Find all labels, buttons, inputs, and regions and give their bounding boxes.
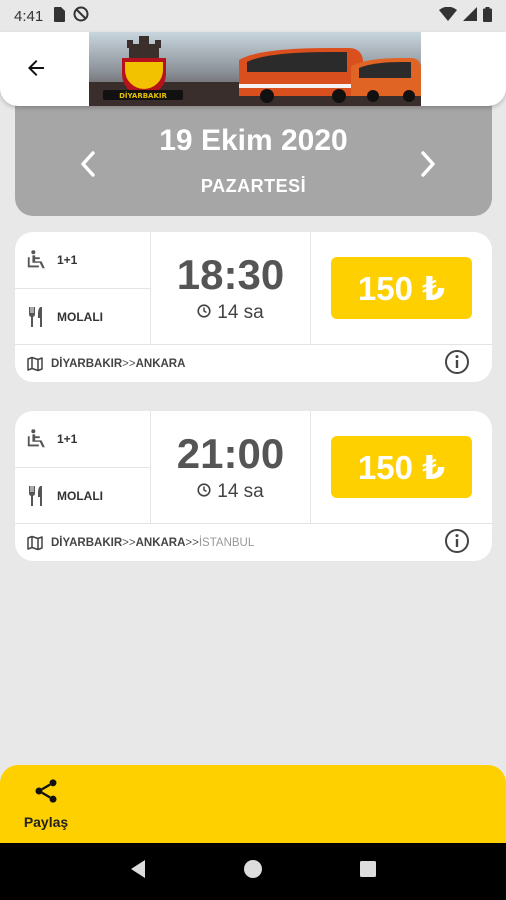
route-separator: >> <box>122 536 136 549</box>
status-bar: 4:41 <box>0 0 506 32</box>
break-label: MOLALI <box>57 488 103 503</box>
header-banner-image: DİYARBAKIR <box>89 32 421 106</box>
share-icon <box>32 777 60 810</box>
seat-layout-label: 1+1 <box>57 432 78 446</box>
trip-card[interactable]: 1+1 MOLALI 18:30 14 sa 150 ₺ DİYARBAKIR … <box>15 232 492 382</box>
square-recents-icon <box>359 860 377 883</box>
seat-layout-label: 1+1 <box>57 253 78 267</box>
seat-layout-row: 1+1 <box>15 411 150 467</box>
sim-card-icon <box>53 6 66 26</box>
chevron-right-icon <box>420 150 436 182</box>
trip-time-block: 21:00 14 sa <box>151 411 311 523</box>
route-from: DİYARBAKIR <box>51 536 123 549</box>
date-selector: 19 Ekim 2020 PAZARTESİ <box>15 96 492 216</box>
back-button[interactable] <box>16 50 56 90</box>
nav-recents-button[interactable] <box>348 852 388 892</box>
next-day-button[interactable] <box>413 146 443 186</box>
signal-icon <box>463 7 477 25</box>
nav-home-button[interactable] <box>233 852 273 892</box>
trip-features: 1+1 MOLALI <box>15 411 151 523</box>
triangle-back-icon <box>129 859 147 884</box>
departure-time: 21:00 <box>176 430 285 477</box>
circle-home-icon <box>243 859 263 884</box>
seat-icon <box>25 248 49 272</box>
departure-time: 18:30 <box>176 251 285 298</box>
banner-logo-text: DİYARBAKIR <box>119 91 167 100</box>
trip-card[interactable]: 1+1 MOLALI 21:00 14 sa 150 ₺ DİYARBAKIR … <box>15 411 492 561</box>
break-row: MOLALI <box>15 467 150 523</box>
status-time: 4:41 <box>14 7 44 25</box>
route-row: DİYARBAKIR >> ANKARA >> İSTANBUL <box>15 523 492 561</box>
duration-text: 14 sa <box>217 481 264 502</box>
duration-text: 14 sa <box>217 302 264 323</box>
battery-icon <box>483 6 492 26</box>
share-label: Paylaş <box>23 814 69 830</box>
break-label: MOLALI <box>57 309 103 324</box>
route-via: İSTANBUL <box>198 536 255 549</box>
nav-back-button[interactable] <box>118 852 158 892</box>
app-bar: DİYARBAKIR <box>0 32 506 106</box>
seat-icon <box>25 427 49 451</box>
break-row: MOLALI <box>15 288 150 344</box>
seat-layout-row: 1+1 <box>15 232 150 288</box>
price-button[interactable]: 150 ₺ <box>331 257 472 319</box>
route-to: ANKARA <box>135 357 186 370</box>
share-button[interactable]: Paylaş <box>18 777 74 833</box>
clock-icon <box>197 481 211 503</box>
map-icon <box>27 356 43 372</box>
arrow-left-icon <box>24 56 48 85</box>
clock-icon <box>197 302 211 324</box>
map-icon <box>27 535 43 551</box>
route-separator: >> <box>122 357 136 370</box>
trip-features: 1+1 MOLALI <box>15 232 151 344</box>
trip-duration: 14 sa <box>151 302 310 324</box>
price-button[interactable]: 150 ₺ <box>331 436 472 498</box>
restaurant-icon <box>25 484 49 508</box>
route-to: ANKARA <box>135 536 186 549</box>
route-from: DİYARBAKIR <box>51 357 123 370</box>
do-not-disturb-icon <box>73 6 89 26</box>
bottom-share-bar: Paylaş <box>0 765 506 843</box>
info-icon <box>444 529 470 558</box>
system-navigation-bar <box>0 843 506 900</box>
info-icon <box>444 350 470 379</box>
wifi-icon <box>439 6 457 25</box>
trip-info-button[interactable] <box>444 349 470 375</box>
trip-time-block: 18:30 14 sa <box>151 232 311 344</box>
trip-duration: 14 sa <box>151 481 310 503</box>
restaurant-icon <box>25 305 49 329</box>
route-row: DİYARBAKIR >> ANKARA <box>15 344 492 382</box>
route-separator: >> <box>185 536 199 549</box>
trip-info-button[interactable] <box>444 528 470 554</box>
